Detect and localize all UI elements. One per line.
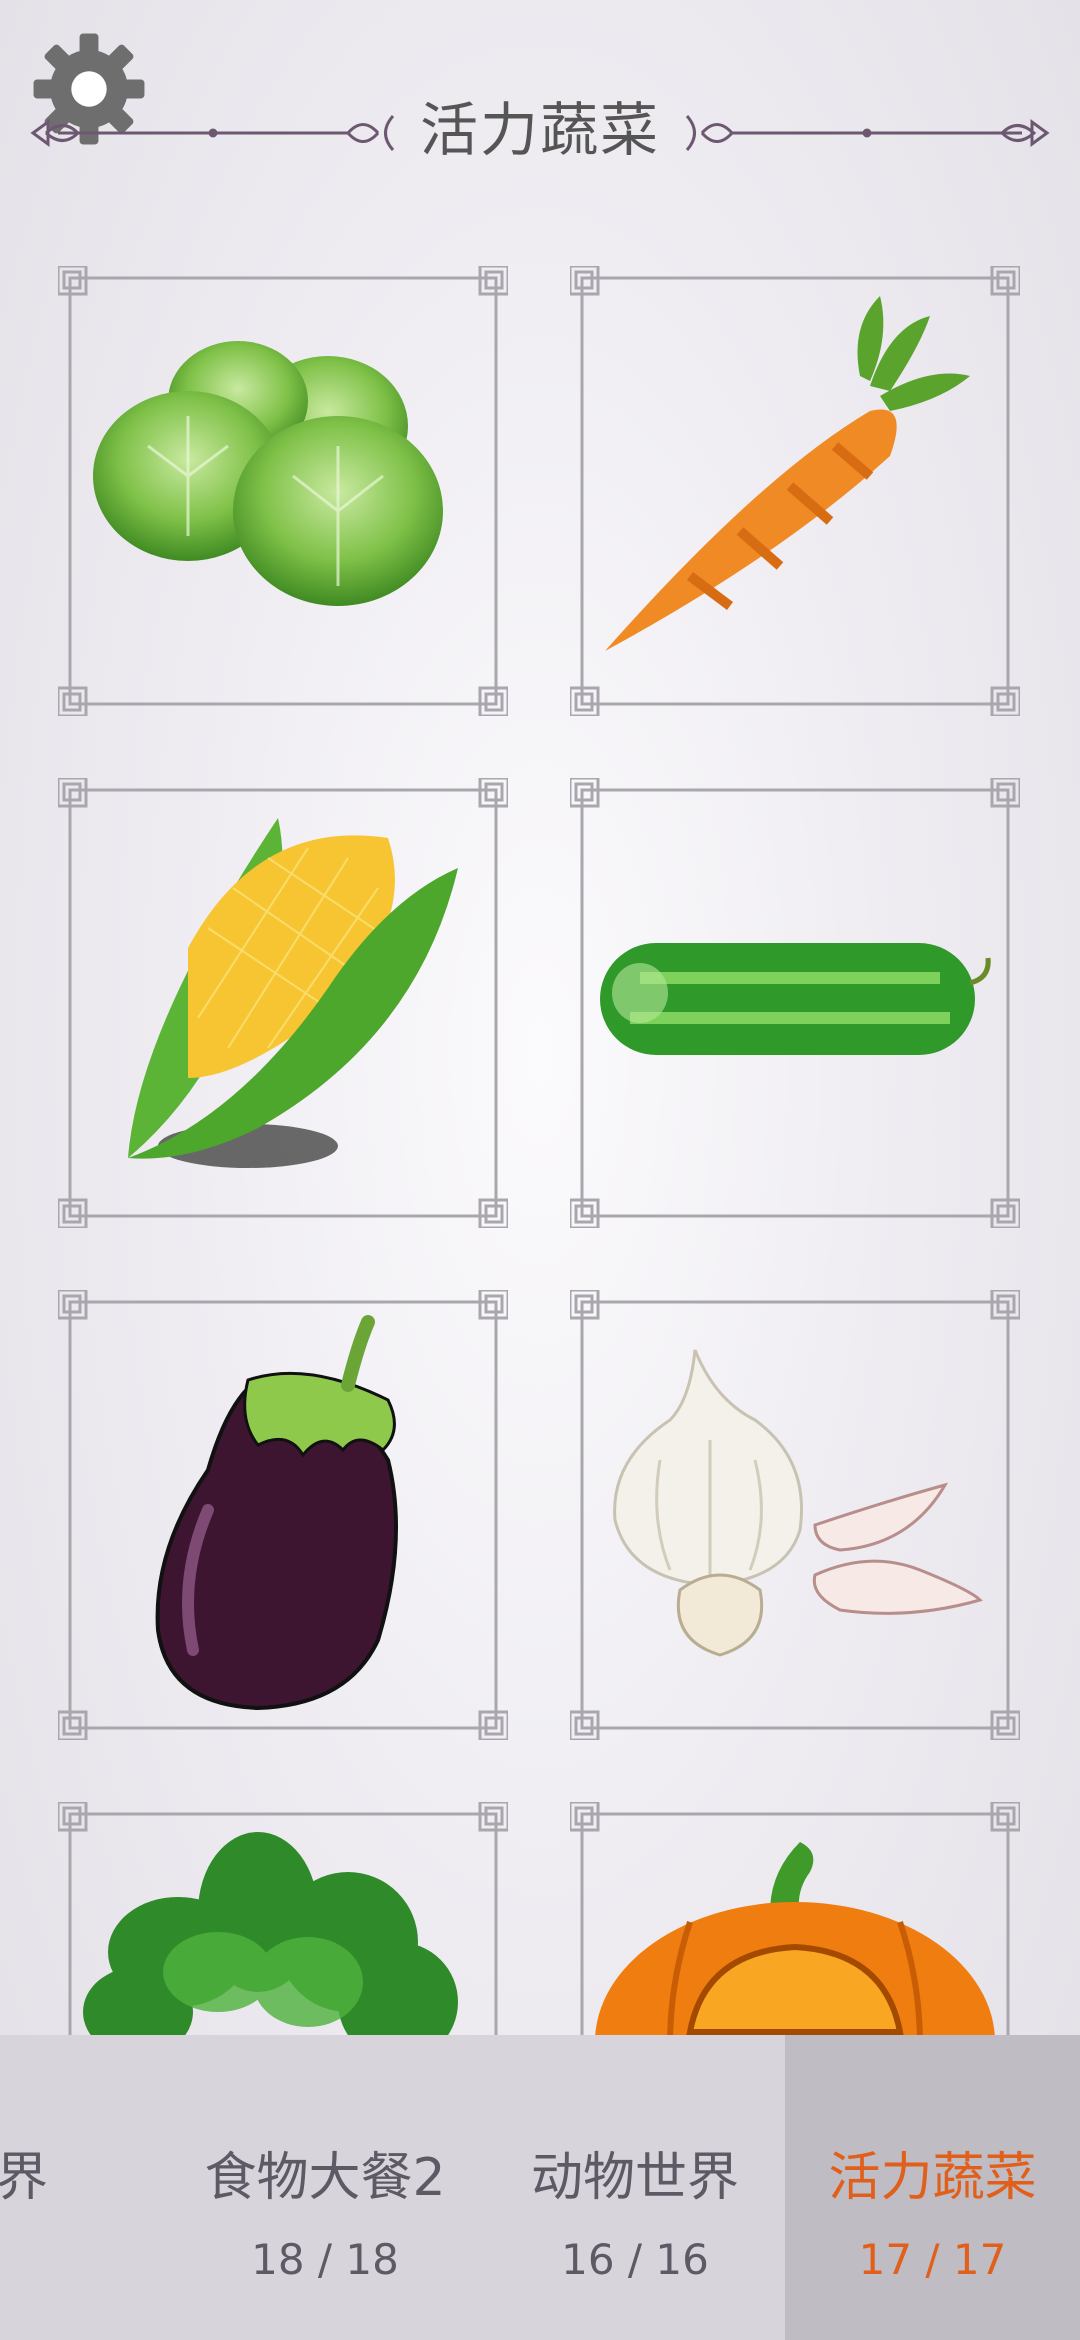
tab-progress: 16 / 16 xyxy=(561,2235,709,2284)
tab-label: 食物大餐2 xyxy=(204,2148,446,2208)
card-garlic[interactable] xyxy=(570,1290,1020,1740)
cabbage-image xyxy=(93,341,443,606)
tab-vibrant-vegetables[interactable]: 活力蔬菜 17 / 17 xyxy=(785,2035,1080,2340)
artwork-grid xyxy=(0,0,1080,2035)
pumpkin-image xyxy=(595,1842,995,2035)
tab-progress: 17 / 17 xyxy=(858,2235,1007,2284)
tab-progress: / 9 xyxy=(0,2230,130,2290)
card-spinach[interactable] xyxy=(58,1802,508,2035)
card-cabbage[interactable] xyxy=(58,266,508,716)
title-ornament-right xyxy=(685,115,1050,151)
tab-label: 界世界 xyxy=(0,2148,48,2208)
card-cucumber[interactable] xyxy=(570,778,1020,1228)
garlic-image xyxy=(613,1349,983,1657)
tab-partial-world[interactable]: 界世界 / 9 xyxy=(0,2035,130,2340)
tab-food-feast-2[interactable]: 食物大餐2 18 / 18 xyxy=(170,2035,480,2340)
category-tab-bar[interactable]: 界世界 / 9 食物大餐2 18 / 18 动物世界 16 / 16 活力蔬菜 … xyxy=(0,2035,1080,2340)
carrot-image xyxy=(605,296,970,651)
card-eggplant[interactable] xyxy=(58,1290,508,1740)
tab-progress: 18 / 18 xyxy=(251,2235,399,2284)
corn-image xyxy=(128,818,458,1168)
tab-animal-world[interactable]: 动物世界 16 / 16 xyxy=(480,2035,790,2340)
card-corn[interactable] xyxy=(58,778,508,1228)
tab-label: 动物世界 xyxy=(530,2148,739,2208)
card-carrot[interactable] xyxy=(570,266,1020,716)
eggplant-image xyxy=(155,1315,398,1711)
cucumber-image xyxy=(600,943,991,1055)
card-pumpkin[interactable] xyxy=(570,1802,1020,2035)
spinach-image xyxy=(83,1832,458,2035)
tab-label: 活力蔬菜 xyxy=(828,2148,1037,2208)
header: 活力蔬菜 xyxy=(0,0,1080,230)
